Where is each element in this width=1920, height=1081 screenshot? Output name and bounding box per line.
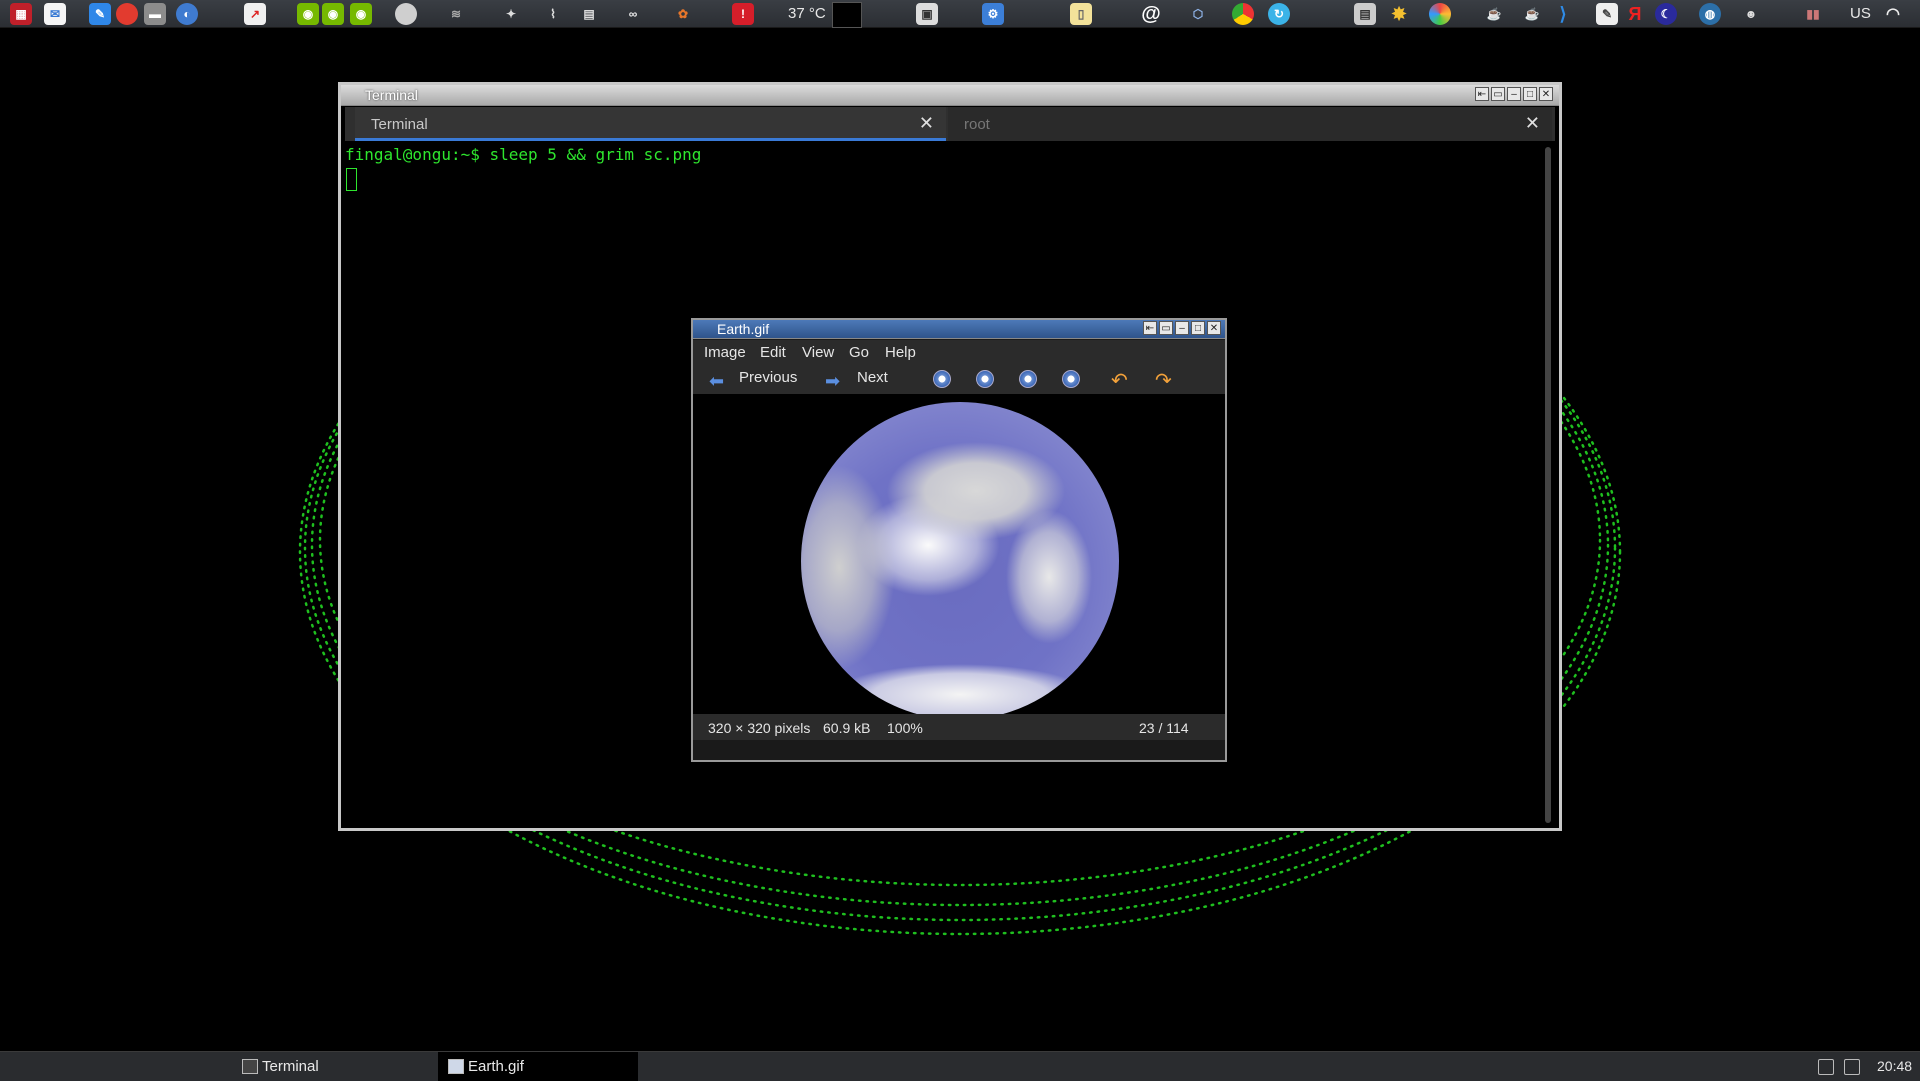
next-button[interactable]: Next [857,369,888,386]
taskbar-item-label: Terminal [262,1058,319,1075]
arrow-left-icon[interactable]: ⬅ [709,371,724,392]
viewer-toolbar: ⬅ Previous ➡ Next ↶ ↷ [693,364,1225,394]
terminal-titlebar[interactable]: Terminal ⇤ ▭ – □ ✕ [341,85,1559,106]
terminal-tab-bar: Terminal ✕ root ✕ [345,107,1555,141]
volume-icon[interactable] [1818,1059,1834,1075]
menu-image[interactable]: Image [704,344,746,361]
status-bar: 320 × 320 pixels 60.9 kB 100% 23 / 114 [693,714,1225,740]
image-viewer-icon [448,1059,464,1074]
terminal-icon [242,1059,258,1074]
rotate-left-icon[interactable]: ↶ [1111,368,1128,393]
maximize-button[interactable]: □ [1191,321,1205,335]
earth-image [801,402,1119,714]
image-dimensions: 320 × 320 pixels [708,720,811,736]
tab-terminal[interactable]: Terminal ✕ [355,107,946,141]
terminal-output[interactable]: fingal@ongu:~$ sleep 5 && grim sc.png [345,145,701,164]
arrow-right-icon[interactable]: ➡ [825,371,840,392]
menu-help[interactable]: Help [885,344,916,361]
restore-button[interactable]: ▭ [1491,87,1505,101]
tab-label: root [964,116,990,133]
image-position: 23 / 114 [1139,720,1189,736]
viewer-titlebar[interactable]: Earth.gif ⇤ ▭ – □ ✕ [693,320,1225,339]
maximize-button[interactable]: □ [1523,87,1537,101]
zoom-level: 100% [887,720,923,736]
zoom-fit-icon[interactable] [1062,370,1080,388]
terminal-scrollbar[interactable] [1545,147,1551,823]
zoom-in-icon[interactable] [933,370,951,388]
close-button[interactable]: ✕ [1207,321,1221,335]
zoom-out-icon[interactable] [976,370,994,388]
network-icon[interactable] [1844,1059,1860,1075]
window-title: Terminal [365,87,418,103]
minimize-button[interactable]: – [1175,321,1189,335]
taskbar-item-earth-gif[interactable]: Earth.gif [438,1052,638,1081]
restore-button[interactable]: ▭ [1159,321,1173,335]
file-size: 60.9 kB [823,720,871,736]
menu-bar: Image Edit View Go Help [693,340,1225,364]
taskbar-item-terminal[interactable]: Terminal [232,1052,432,1081]
clock[interactable]: 20:48 [1877,1058,1912,1074]
window-controls: ⇤ ▭ – □ ✕ [1143,321,1221,335]
zoom-normal-icon[interactable] [1019,370,1037,388]
terminal-cursor [346,168,357,191]
tab-label: Terminal [371,116,428,133]
taskbar-item-label: Earth.gif [468,1058,524,1075]
menu-view[interactable]: View [802,344,834,361]
rotate-right-icon[interactable]: ↷ [1155,368,1172,393]
window-controls: ⇤ ▭ – □ ✕ [1475,87,1553,101]
tab-root[interactable]: root ✕ [948,107,1552,141]
menu-edit[interactable]: Edit [760,344,786,361]
shade-button[interactable]: ⇤ [1475,87,1489,101]
close-button[interactable]: ✕ [1539,87,1553,101]
taskbar: Terminal Earth.gif 20:48 [0,1051,1920,1081]
menu-go[interactable]: Go [849,344,869,361]
close-icon[interactable]: ✕ [919,113,934,134]
minimize-button[interactable]: – [1507,87,1521,101]
image-viewer-window[interactable]: Earth.gif ⇤ ▭ – □ ✕ Image Edit View Go H… [691,318,1227,762]
image-canvas[interactable] [693,394,1225,714]
close-icon[interactable]: ✕ [1525,113,1540,134]
window-title: Earth.gif [717,321,770,337]
shade-button[interactable]: ⇤ [1143,321,1157,335]
previous-button[interactable]: Previous [739,369,797,386]
